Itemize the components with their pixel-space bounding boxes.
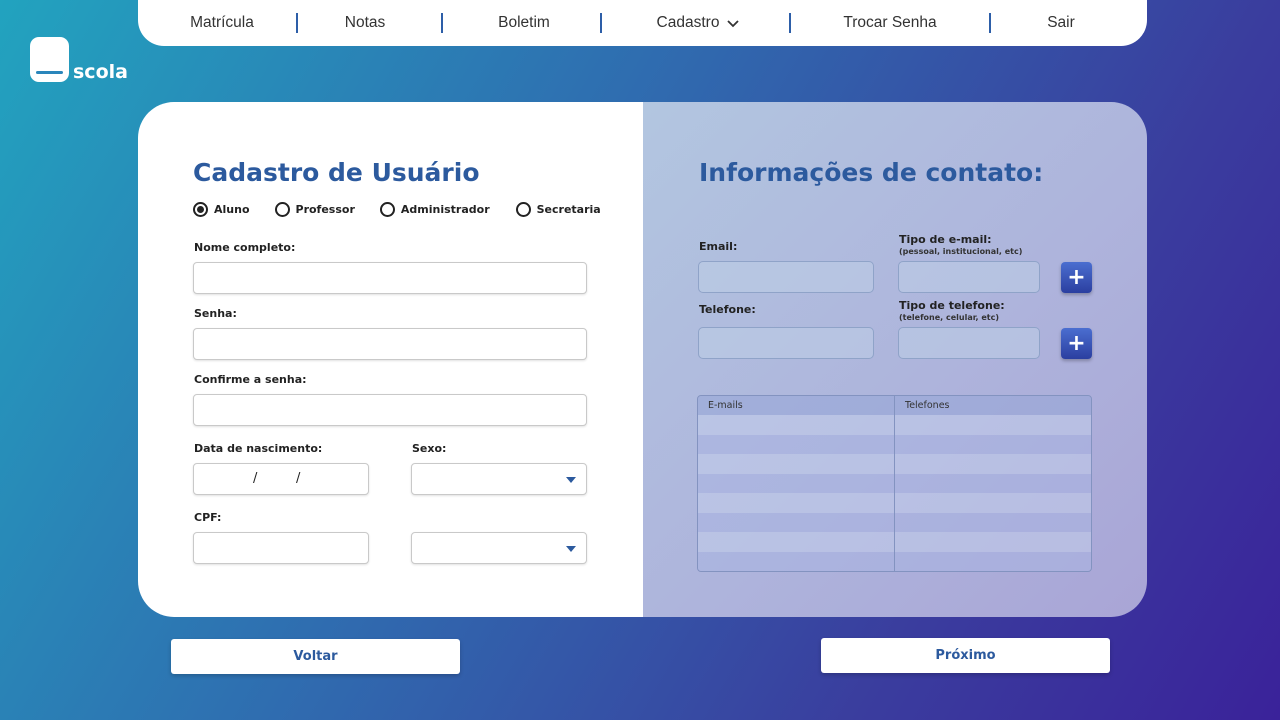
table-row: [895, 493, 1091, 513]
table-row: [895, 473, 1091, 493]
table-row: [698, 434, 894, 454]
nav-cadastro[interactable]: Cadastro: [652, 13, 744, 33]
email-type-input[interactable]: [898, 261, 1040, 293]
nav-boletim[interactable]: Boletim: [490, 13, 558, 33]
nav-divider: [600, 13, 602, 33]
nav-divider: [789, 13, 791, 33]
confirm-password-label: Confirme a senha:: [194, 373, 307, 386]
role-label: Professor: [295, 203, 355, 216]
emails-column: E-mails: [698, 396, 894, 571]
phone-type-label-text: Tipo de telefone:: [899, 299, 1005, 312]
table-row: [895, 454, 1091, 474]
chevron-down-icon: [727, 20, 740, 28]
table-row: [895, 551, 1091, 571]
phones-column: Telefones: [894, 396, 1091, 571]
add-phone-button[interactable]: +: [1061, 328, 1092, 359]
radio-icon: [274, 202, 290, 217]
next-button[interactable]: Próximo: [821, 638, 1110, 673]
user-form-panel: Cadastro de Usuário Aluno Professor Admi…: [138, 102, 643, 617]
nav-notas[interactable]: Notas: [338, 13, 392, 33]
nav-divider: [989, 13, 991, 33]
table-row: [698, 551, 894, 571]
nav-matricula[interactable]: Matrícula: [186, 13, 258, 33]
role-label: Administrador: [400, 203, 490, 216]
emails-header: E-mails: [698, 396, 894, 415]
table-row: [698, 415, 894, 435]
password-label: Senha:: [194, 307, 237, 320]
email-label: Email:: [699, 240, 738, 253]
radio-icon: [515, 202, 531, 217]
dropdown-arrow-icon: [566, 477, 576, 483]
nav-divider: [296, 13, 298, 33]
nav-sair[interactable]: Sair: [1043, 13, 1079, 33]
table-row: [698, 473, 894, 493]
back-button-label: Voltar: [293, 649, 338, 664]
role-label: Aluno: [214, 203, 250, 216]
dropdown-arrow-icon: [566, 546, 576, 552]
nav-cadastro-label: Cadastro: [656, 14, 720, 31]
sex-select[interactable]: [411, 463, 587, 495]
sex-label: Sexo:: [412, 442, 447, 455]
cpf-input[interactable]: [193, 532, 369, 564]
nav-boletim-label: Boletim: [498, 14, 550, 31]
plus-icon: +: [1067, 330, 1086, 356]
registration-card: Cadastro de Usuário Aluno Professor Admi…: [138, 102, 1147, 617]
top-navigation: Matrícula Notas Boletim Cadastro Trocar …: [138, 0, 1147, 46]
contact-title: Informações de contato:: [699, 158, 1044, 187]
confirm-password-input[interactable]: [193, 394, 587, 426]
phone-type-hint: (telefone, celular, etc): [899, 313, 999, 322]
table-row: [895, 532, 1091, 552]
nav-sair-label: Sair: [1047, 14, 1075, 31]
role-radio-administrador[interactable]: Administrador: [379, 202, 490, 217]
table-row: [895, 434, 1091, 454]
nav-trocar-senha[interactable]: Trocar Senha: [838, 13, 942, 33]
table-row: [698, 512, 894, 532]
table-row: [895, 512, 1091, 532]
birthdate-input[interactable]: / /: [193, 463, 369, 495]
table-row: [698, 493, 894, 513]
table-row: [895, 415, 1091, 435]
password-input[interactable]: [193, 328, 587, 360]
full-name-input[interactable]: [193, 262, 587, 294]
cpf-label: CPF:: [194, 511, 222, 524]
phone-label: Telefone:: [699, 303, 756, 316]
table-row: [698, 532, 894, 552]
nav-matricula-label: Matrícula: [190, 14, 254, 31]
logo-e-icon: [30, 37, 69, 82]
email-type-label: Tipo de e-mail: (pessoal, institucional,…: [899, 233, 1022, 256]
nav-notas-label: Notas: [344, 14, 386, 31]
add-email-button[interactable]: +: [1061, 262, 1092, 293]
phone-type-input[interactable]: [898, 327, 1040, 359]
radio-selected-icon: [193, 202, 208, 217]
role-radio-group: Aluno Professor Administrador Secretaria: [193, 202, 601, 217]
phone-input[interactable]: [698, 327, 874, 359]
email-type-label-text: Tipo de e-mail:: [899, 233, 992, 246]
next-button-label: Próximo: [935, 648, 996, 663]
role-radio-professor[interactable]: Professor: [274, 202, 355, 217]
form-title: Cadastro de Usuário: [193, 158, 480, 187]
plus-icon: +: [1067, 264, 1086, 290]
phone-type-label: Tipo de telefone: (telefone, celular, et…: [899, 299, 1005, 322]
role-label: Secretaria: [536, 203, 601, 216]
table-row: [698, 454, 894, 474]
name-label: Nome completo:: [194, 241, 296, 254]
role-radio-aluno[interactable]: Aluno: [193, 202, 250, 217]
secondary-select[interactable]: [411, 532, 587, 564]
escola-logo[interactable]: scola: [30, 37, 130, 85]
contacts-table: E-mails Telefones: [697, 395, 1092, 572]
date-separator: /: [253, 471, 258, 486]
email-type-hint: (pessoal, institucional, etc): [899, 247, 1023, 256]
radio-icon: [379, 202, 395, 217]
role-radio-secretaria[interactable]: Secretaria: [515, 202, 601, 217]
date-separator: /: [296, 471, 301, 486]
nav-trocar-senha-label: Trocar Senha: [843, 14, 937, 31]
back-button[interactable]: Voltar: [171, 639, 460, 674]
logo-text: scola: [73, 61, 128, 83]
nav-divider: [441, 13, 443, 33]
phones-header: Telefones: [895, 396, 1091, 415]
email-input[interactable]: [698, 261, 874, 293]
birthdate-label: Data de nascimento:: [194, 442, 323, 455]
